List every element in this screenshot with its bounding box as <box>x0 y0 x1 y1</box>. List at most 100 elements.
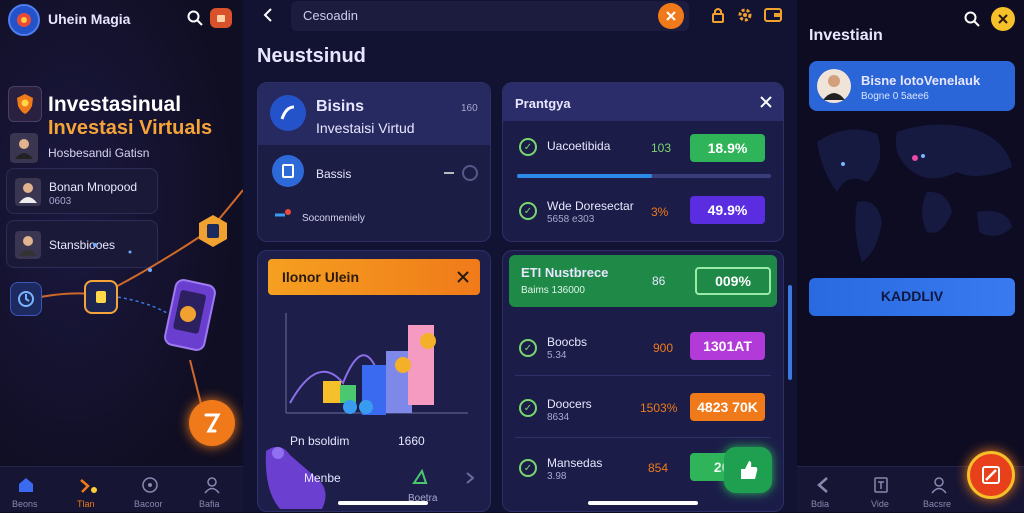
close-icon[interactable] <box>456 270 470 284</box>
orange-banner: Ilonor Ulein <box>268 259 480 295</box>
green-banner: ETI Nustbrece Baims 136000 86 009% <box>509 255 777 307</box>
progress-fill <box>517 174 652 178</box>
row-value: 900 <box>653 341 674 355</box>
cta-label: KADDLIV <box>880 288 944 304</box>
link-icon[interactable] <box>442 167 456 179</box>
nav-label[interactable]: Bdia <box>811 499 829 509</box>
chart-card[interactable]: Ilonor Ulein Pn bsoldim 1660 Menbe Boetr… <box>257 250 491 512</box>
toggle-switch[interactable] <box>462 165 478 181</box>
scrollbar[interactable] <box>788 285 792 380</box>
row-sub: 5.34 <box>547 350 567 361</box>
check-mark-icon <box>412 469 428 485</box>
profile-icon[interactable] <box>929 475 949 495</box>
back-chevron-icon[interactable] <box>259 6 277 24</box>
banner-sub: Baims 136000 <box>521 285 585 296</box>
card-count: 160 <box>461 103 478 114</box>
gear-icon[interactable] <box>736 6 754 24</box>
app-title: Uhein Magia <box>48 11 131 27</box>
profile-card[interactable]: Bisne lotoVenelauk Bogne 0 5aee6 <box>809 61 1015 111</box>
profile-sub: Bogne 0 5aee6 <box>861 91 929 102</box>
row-name: Boocbs <box>547 335 588 349</box>
profile-icon[interactable] <box>202 475 222 495</box>
percent-pill: 18.9% <box>690 134 765 162</box>
hero-title: Investasinual <box>48 93 182 116</box>
check-circle-icon: ✓ <box>519 339 537 357</box>
chevron-left-icon[interactable] <box>813 475 833 495</box>
home-indicator <box>588 501 698 505</box>
card-subtitle: Investaisi Virtud <box>316 120 415 136</box>
edit-fab-icon[interactable] <box>967 451 1015 499</box>
thumbs-up-fab-icon[interactable] <box>724 447 772 493</box>
document-icon[interactable] <box>871 475 891 495</box>
check-circle-icon: ✓ <box>519 138 537 156</box>
percent-pill: 4823 70K <box>690 393 765 421</box>
row-sub: 5658 e303 <box>547 214 595 225</box>
main-panel: Cesoadin Neustsinud Bisins Investaisi Vi… <box>243 0 797 512</box>
chevron-right-icon[interactable] <box>464 471 476 485</box>
notification-icon[interactable] <box>210 8 232 28</box>
row-name: Uacoetibida <box>547 139 611 153</box>
home-indicator <box>338 501 428 505</box>
right-panel: Investiain Bisne lotoVenelauk Bogne 0 5a… <box>797 0 1024 512</box>
search-input[interactable]: Cesoadin <box>303 8 358 23</box>
lock-icon[interactable] <box>710 6 726 24</box>
search-icon[interactable] <box>186 9 204 27</box>
phone-illustration-icon <box>158 278 220 356</box>
row-sub: 8634 <box>547 412 570 423</box>
close-icon[interactable] <box>759 95 773 109</box>
nav-label[interactable]: Tlan <box>77 499 95 509</box>
panel-title: Investiain <box>809 27 883 44</box>
assets-card[interactable]: ETI Nustbrece Baims 136000 86 009% ✓ Boo… <box>502 250 784 512</box>
node-icon[interactable] <box>10 282 42 316</box>
nav-label[interactable]: Bacoor <box>134 499 163 509</box>
nav-label[interactable]: Beons <box>12 499 38 509</box>
bottom-nav: Beons Tlan Bacoor Bafia <box>0 466 243 512</box>
spark-icon <box>272 207 296 223</box>
app-logo-icon <box>8 4 40 36</box>
card-title: Bisins <box>316 98 365 115</box>
nav-label[interactable]: Bacsre <box>923 499 951 509</box>
banner-value: 86 <box>652 274 666 288</box>
trend-icon[interactable] <box>78 475 98 495</box>
nav-label[interactable]: Vide <box>871 499 889 509</box>
check-circle-icon: ✓ <box>519 459 537 477</box>
profile-name: Bisne lotoVenelauk <box>861 73 981 88</box>
cta-button[interactable]: KADDLIV <box>809 278 1015 316</box>
wallet-icon[interactable] <box>763 6 783 24</box>
check-circle-icon: ✓ <box>519 202 537 220</box>
chart-label: Pn bsoldim <box>290 434 350 448</box>
bottom-nav: Bdia Vide Bacsre <box>797 451 1024 512</box>
banner-title: Ilonor Ulein <box>282 269 359 285</box>
avatar <box>817 69 851 103</box>
search-bar[interactable]: Cesoadin <box>291 1 689 31</box>
nav-label[interactable]: Bafia <box>199 499 220 509</box>
action-fab-icon[interactable] <box>189 400 235 446</box>
close-circle-icon[interactable] <box>658 3 684 29</box>
row-value: 854 <box>648 461 669 475</box>
home-icon[interactable] <box>16 475 36 495</box>
close-circle-icon[interactable] <box>991 7 1015 31</box>
search-icon[interactable] <box>963 10 981 28</box>
footer-label: Menbe <box>304 471 341 485</box>
row-name: Doocers <box>547 397 592 411</box>
compass-icon[interactable] <box>140 475 160 495</box>
card-link[interactable]: Soconmeniely <box>302 213 365 224</box>
chart-value: 1660 <box>398 434 425 448</box>
avatar <box>10 133 38 163</box>
row-value: 103 <box>651 141 672 155</box>
hexagon-coin-icon <box>195 213 231 249</box>
world-map-illustration <box>817 124 1012 262</box>
card-title: Prantgya <box>515 96 571 111</box>
chart-logo-icon <box>270 95 306 131</box>
investment-card[interactable]: Bisins Investaisi Virtud 160 Bassis Soco… <box>257 82 491 242</box>
percent-pill: 009% <box>695 267 771 295</box>
row-value: 3% <box>651 205 669 219</box>
growth-illustration <box>285 313 468 415</box>
store-icon <box>272 155 304 187</box>
progress-card[interactable]: Prantgya ✓ Uacoetibida 103 18.9% ✓ Wde D… <box>502 82 784 242</box>
hero-caption: Hosbesandi Gatisn <box>48 146 150 160</box>
progress-bar <box>517 174 771 178</box>
percent-pill: 49.9% <box>690 196 765 224</box>
check-circle-icon: ✓ <box>519 399 537 417</box>
row-value: 1503% <box>640 401 678 415</box>
